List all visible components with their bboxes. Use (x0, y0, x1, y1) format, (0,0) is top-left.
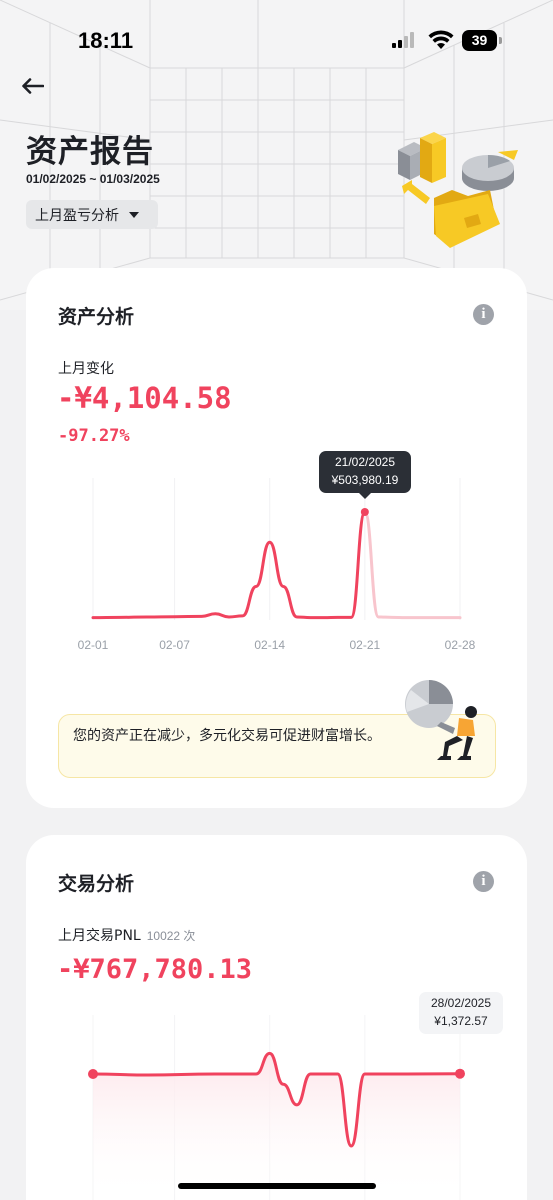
x-tick-label: 02-14 (254, 638, 285, 652)
status-bar: 18:11 39 (0, 0, 553, 80)
trade-analysis-card: 交易分析 i 上月交易PNL 10022 次 -¥767,780.13 28/02… (26, 835, 527, 1200)
x-tick-label: 02-07 (159, 638, 190, 652)
date-range: 01/02/2025 ~ 01/03/2025 (26, 172, 160, 186)
tip-text: 您的资产正在减少，多元化交易可促进财富增长。 (73, 728, 381, 744)
x-tick-label: 02-21 (350, 638, 381, 652)
asset-line-chart[interactable]: 02-01 02-07 02-14 02-21 02-28 (26, 268, 527, 668)
cellular-signal-icon (392, 32, 414, 48)
tooltip-date: 28/02/2025 (430, 996, 492, 1010)
period-select-label: 上月盈亏分析 (35, 207, 119, 224)
battery-level: 39 (471, 32, 488, 48)
x-tick-label: 02-01 (78, 638, 109, 652)
highlight-point (360, 508, 369, 516)
asset-analysis-card: 资产分析 i 上月变化 -¥4,104.58 -97.27% 02-01 02-0… (26, 268, 527, 808)
period-select[interactable]: 上月盈亏分析 (26, 200, 158, 229)
person-pie-chart-illustration (405, 680, 477, 760)
trade-chart-tooltip: 28/02/2025 ¥1,372.57 (419, 992, 503, 1034)
highlight-point (455, 1068, 465, 1079)
x-tick-label: 02-28 (445, 638, 476, 652)
report-illustration (398, 132, 518, 248)
series-start-point (88, 1069, 98, 1079)
battery-icon: 39 (462, 30, 502, 51)
asset-series-line (91, 510, 367, 620)
page-title: 资产报告 (26, 134, 154, 170)
tooltip-value: ¥1,372.57 (434, 1014, 488, 1028)
tooltip-value: ¥503,980.19 (331, 473, 399, 487)
arrow-left-icon (22, 78, 44, 94)
status-time: 18:11 (78, 28, 134, 53)
back-button[interactable] (18, 72, 48, 100)
tooltip-date: 21/02/2025 (334, 455, 396, 469)
asset-chart-tooltip: 21/02/2025 ¥503,980.19 (319, 451, 411, 499)
asset-series-line-future (363, 510, 462, 620)
wifi-icon (428, 30, 454, 49)
caret-down-icon (129, 211, 139, 218)
home-indicator (178, 1183, 376, 1189)
